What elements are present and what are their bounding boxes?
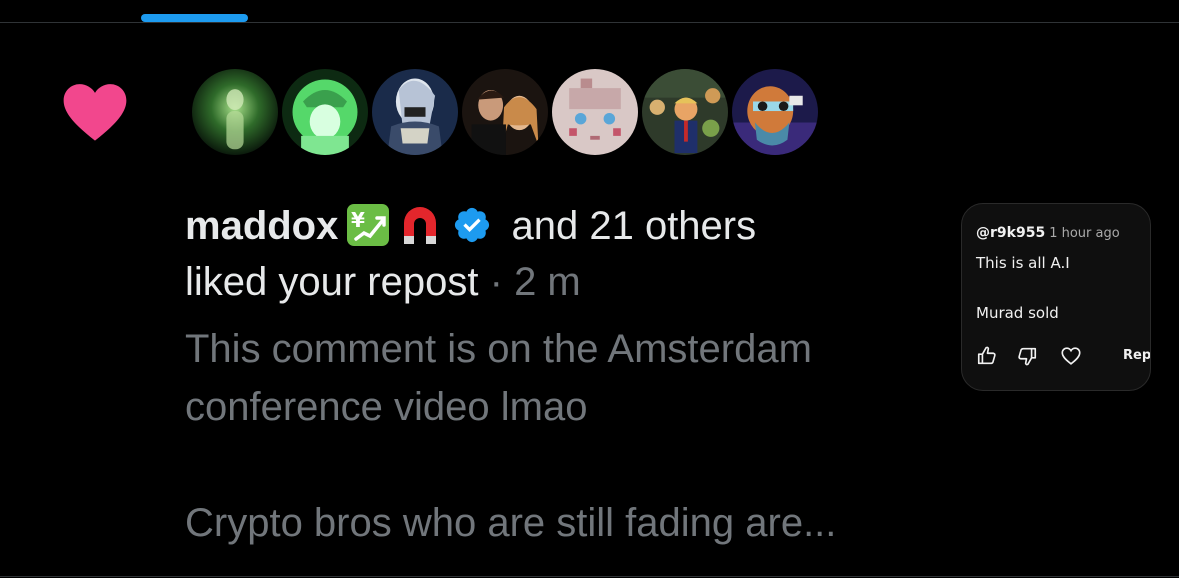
avatar[interactable] (730, 67, 820, 157)
avatar[interactable] (190, 67, 280, 157)
active-tab-indicator[interactable] (141, 14, 248, 22)
preview-line: This comment is on the Amsterdam (185, 327, 812, 371)
user-name-link[interactable]: maddox (185, 204, 338, 248)
avatar[interactable] (460, 67, 550, 157)
avatar[interactable] (640, 67, 730, 157)
bottom-divider (0, 576, 1179, 577)
heart-icon (63, 84, 127, 141)
notification-headline: maddox ¥ and 21 others (185, 198, 756, 254)
thumbs-down-icon (1018, 347, 1037, 366)
top-divider (0, 22, 1179, 23)
reply-button: Repl (1123, 348, 1151, 363)
comment-time: 1 hour ago (1049, 226, 1120, 241)
comment-handle: @r9k955 (976, 225, 1046, 241)
magnet-emoji (398, 203, 442, 247)
others-text[interactable]: and 21 others (511, 204, 756, 248)
thumbs-up-icon (977, 346, 996, 365)
comment-header: @r9k955 1 hour ago (976, 222, 1120, 241)
preview-line: conference video lmao (185, 385, 588, 429)
avatar[interactable] (280, 67, 370, 157)
avatar[interactable] (550, 67, 640, 157)
timestamp: 2 m (514, 260, 581, 304)
verified-badge-icon (455, 207, 490, 243)
comment-line: This is all A.I (976, 254, 1070, 272)
separator-dot: · (489, 260, 503, 304)
preview-line: Crypto bros who are still fading are... (185, 501, 837, 545)
action-text: liked your repost (185, 260, 479, 304)
preview-spacer (185, 436, 945, 494)
avatar[interactable] (370, 67, 460, 157)
comment-line: Murad sold (976, 304, 1059, 322)
chart-yen-emoji: ¥ (346, 203, 390, 247)
svg-text:¥: ¥ (351, 208, 365, 232)
heart-outline-icon (1061, 347, 1081, 365)
comment-actions: Repl (976, 345, 1151, 369)
notification-action-line: liked your repost · 2 m (185, 254, 581, 310)
repost-preview-text[interactable]: This comment is on the Amsterdam confere… (185, 320, 945, 552)
embedded-comment-card: @r9k955 1 hour ago This is all A.I Murad … (961, 203, 1151, 391)
